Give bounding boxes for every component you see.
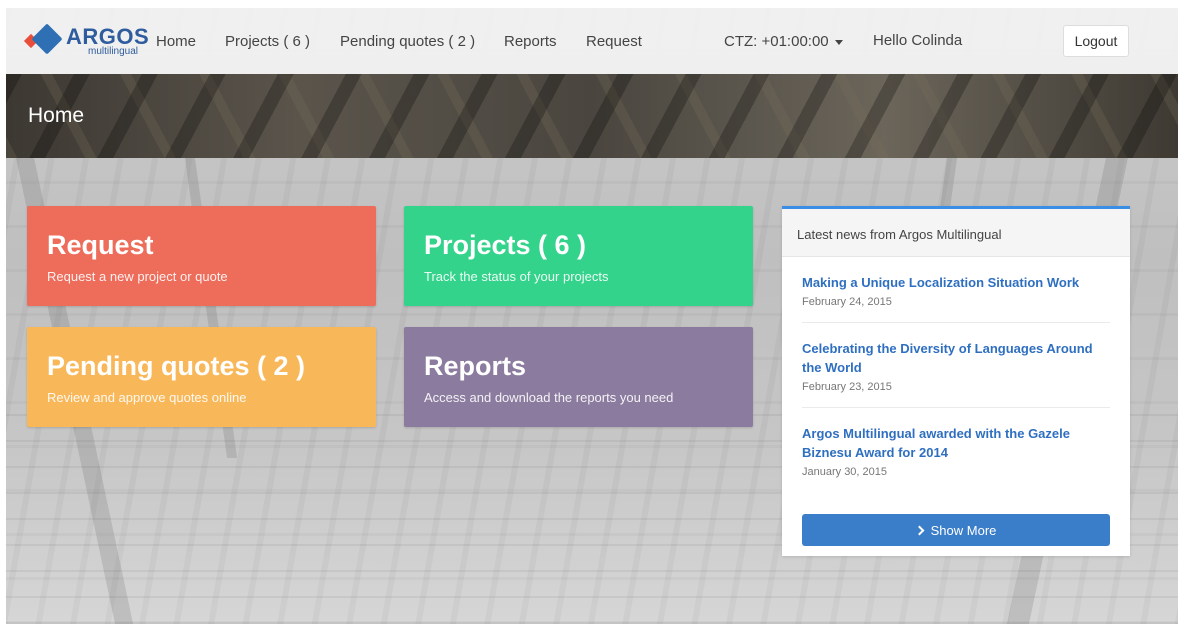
tile-subtitle: Track the status of your projects	[424, 269, 609, 284]
request-tile[interactable]: Request Request a new project or quote	[27, 206, 376, 306]
user-greeting: Hello Colinda	[873, 32, 963, 49]
pending-quotes-tile[interactable]: Pending quotes ( 2 ) Review and approve …	[27, 327, 376, 427]
news-item-link[interactable]: Celebrating the Diversity of Languages A…	[802, 339, 1110, 377]
news-item: Argos Multilingual awarded with the Gaze…	[802, 408, 1110, 492]
nav-projects[interactable]: Projects ( 6 )	[225, 33, 310, 50]
app-frame: ARGOS multilingual Home Projects ( 6 ) P…	[6, 8, 1178, 624]
news-item-date: February 24, 2015	[802, 296, 892, 308]
page-header-banner: Home	[6, 74, 1178, 158]
news-item: Celebrating the Diversity of Languages A…	[802, 323, 1110, 408]
page-title: Home	[28, 104, 85, 127]
tile-subtitle: Review and approve quotes online	[47, 390, 247, 405]
nav-pending-quotes[interactable]: Pending quotes ( 2 )	[340, 33, 475, 50]
news-item-date: January 30, 2015	[802, 466, 888, 478]
logo-mark-icon	[23, 23, 63, 58]
tile-title: Request	[47, 230, 154, 260]
chevron-right-icon	[914, 525, 925, 535]
projects-tile[interactable]: Projects ( 6 ) Track the status of your …	[404, 206, 753, 306]
tile-title: Pending quotes ( 2 )	[47, 351, 306, 381]
nav-request[interactable]: Request	[586, 33, 642, 50]
tile-title: Projects ( 6 )	[424, 230, 587, 260]
top-navbar: ARGOS multilingual Home Projects ( 6 ) P…	[6, 8, 1178, 74]
reports-tile[interactable]: Reports Access and download the reports …	[404, 327, 753, 427]
news-panel: Latest news from Argos Multilingual Maki…	[782, 206, 1130, 556]
brand-text: ARGOS multilingual	[66, 23, 150, 57]
tile-subtitle: Access and download the reports you need	[424, 390, 674, 405]
brand-name: ARGOS	[66, 23, 150, 49]
show-more-button[interactable]: Show More	[802, 514, 1110, 546]
news-list: Making a Unique Localization Situation W…	[782, 257, 1130, 492]
show-more-label: Show More	[930, 522, 997, 538]
nav-home[interactable]: Home	[156, 33, 196, 50]
logout-button[interactable]: Logout	[1063, 25, 1129, 57]
nav-reports[interactable]: Reports	[504, 33, 557, 50]
timezone-label: CTZ: +01:00:00	[724, 33, 829, 50]
news-item-date: February 23, 2015	[802, 381, 892, 393]
tile-subtitle: Request a new project or quote	[47, 269, 228, 284]
timezone-dropdown[interactable]: CTZ: +01:00:00	[724, 33, 843, 50]
news-item-link[interactable]: Argos Multilingual awarded with the Gaze…	[802, 424, 1110, 462]
tile-title: Reports	[424, 351, 527, 381]
brand-logo[interactable]: ARGOS multilingual	[23, 23, 150, 58]
news-item: Making a Unique Localization Situation W…	[802, 257, 1110, 323]
news-panel-header: Latest news from Argos Multilingual	[782, 209, 1130, 257]
news-item-link[interactable]: Making a Unique Localization Situation W…	[802, 273, 1110, 292]
caret-down-icon	[834, 39, 843, 45]
